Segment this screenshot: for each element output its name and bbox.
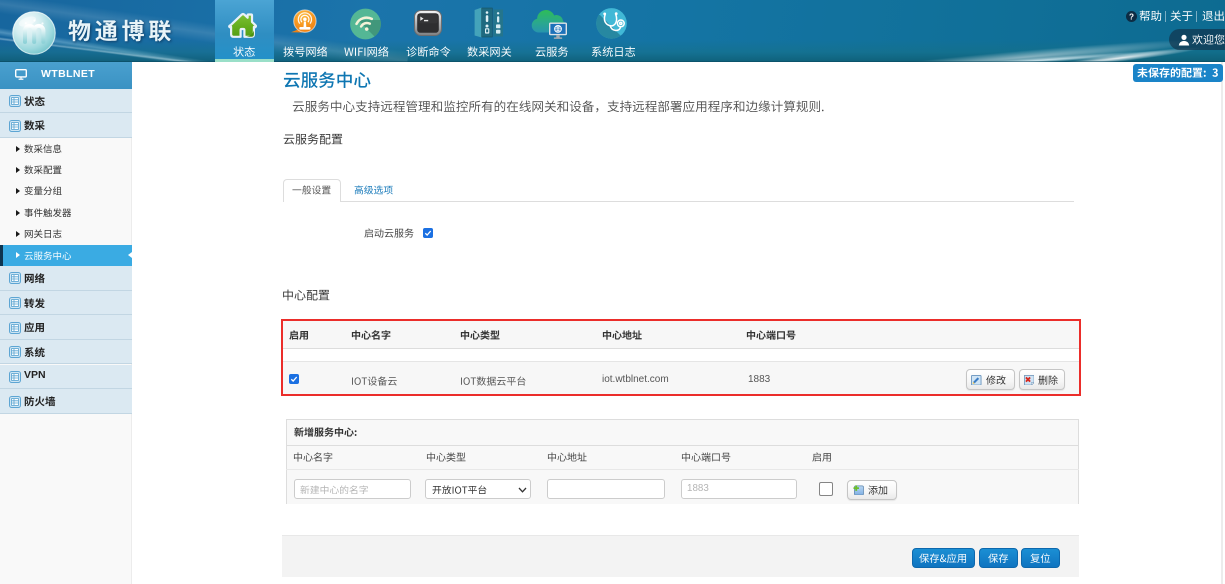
svg-text:?: ? xyxy=(1129,12,1134,21)
